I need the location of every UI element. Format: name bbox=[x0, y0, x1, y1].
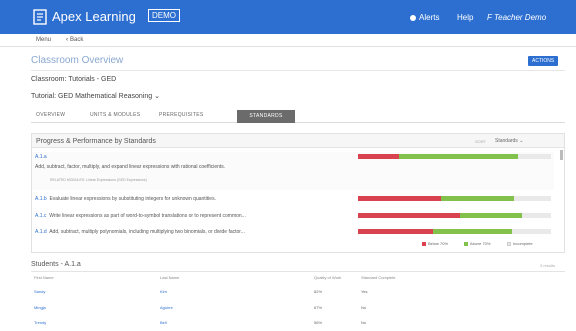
student-first-name[interactable]: Sandy bbox=[34, 289, 45, 294]
alerts-label: Alerts bbox=[419, 13, 440, 22]
students-title: Students - A.1.a bbox=[31, 261, 81, 268]
back-arrow-icon: ‹ bbox=[66, 37, 68, 43]
standard-code: A.1.a bbox=[35, 154, 47, 160]
chevron-down-icon: ⌄ bbox=[154, 93, 160, 100]
related-modules: RELATED MODULES: Linear Expressions (GED… bbox=[50, 178, 147, 182]
alert-dot-icon bbox=[410, 14, 416, 21]
standard-row[interactable]: A.1.c Write linear expressions as part o… bbox=[32, 210, 554, 224]
student-quality: 82% bbox=[314, 289, 323, 294]
below-segment bbox=[358, 196, 441, 201]
standard-row[interactable]: A.1.d Add, subtract, multiply polynomial… bbox=[32, 226, 554, 240]
sub-nav: Menu ‹ Back bbox=[0, 34, 576, 47]
standard-row[interactable]: A.1.b Evaluate linear expressions by sub… bbox=[32, 193, 554, 207]
student-last-name[interactable]: Aguirre bbox=[160, 305, 173, 310]
chevron-down-icon: ⌄ bbox=[519, 138, 524, 144]
above-segment bbox=[460, 213, 523, 218]
tutorial-selector[interactable]: Tutorial: GED Mathematical Reasoning ⌄ bbox=[31, 92, 160, 100]
progress-bar bbox=[358, 154, 551, 159]
standard-text: A.1.d Add, subtract, multiply polynomial… bbox=[35, 229, 245, 235]
divider bbox=[31, 70, 565, 71]
legend-above: Above 70% bbox=[464, 241, 490, 246]
sort-dropdown[interactable]: Standards ⌄ bbox=[495, 138, 523, 144]
student-complete: No bbox=[361, 320, 367, 325]
progress-bar bbox=[358, 229, 551, 234]
actions-button[interactable]: ACTIONS bbox=[528, 56, 559, 66]
alerts-link[interactable]: Alerts bbox=[410, 13, 439, 22]
student-first-name[interactable]: Mingja bbox=[34, 305, 46, 310]
legend-incomplete: Incomplete bbox=[507, 241, 533, 246]
top-bar: Apex Learning DEMO Alerts Help F Teacher… bbox=[0, 0, 576, 34]
standard-text: A.1.b Evaluate linear expressions by sub… bbox=[35, 196, 216, 202]
demo-badge: DEMO bbox=[148, 9, 180, 22]
standard-text: A.1.c Write linear expressions as part o… bbox=[35, 213, 246, 219]
tab-prerequisites[interactable]: PREREQUISITES bbox=[159, 112, 203, 118]
sort-label: SORT bbox=[475, 139, 487, 144]
sort-value: Standards bbox=[495, 138, 518, 144]
below-segment bbox=[358, 154, 399, 159]
scrollbar-thumb[interactable] bbox=[560, 150, 563, 160]
back-button[interactable]: ‹ Back bbox=[66, 37, 83, 43]
page-title: Classroom Overview bbox=[31, 55, 124, 66]
student-complete: No bbox=[361, 305, 367, 310]
tab-units-modules[interactable]: UNITS & MODULES bbox=[90, 112, 140, 118]
apex-logo-icon bbox=[33, 9, 47, 25]
above-segment bbox=[433, 229, 513, 234]
students-count: 3 results bbox=[540, 263, 556, 268]
divider bbox=[31, 271, 565, 272]
below-segment bbox=[358, 229, 434, 234]
column-header-standard-complete[interactable]: Standard Complete bbox=[361, 275, 395, 280]
user-menu[interactable]: F Teacher Demo bbox=[487, 13, 546, 22]
progress-bar bbox=[358, 213, 551, 218]
above-segment bbox=[440, 196, 515, 201]
brand-name[interactable]: Apex Learning bbox=[52, 9, 136, 24]
student-last-name[interactable]: Kim bbox=[160, 289, 167, 294]
student-complete: Yes bbox=[361, 289, 368, 294]
student-quality: 56% bbox=[314, 320, 323, 325]
column-header-first-name[interactable]: First Name bbox=[34, 275, 54, 280]
panel-header: Progress & Performance by Standards SORT… bbox=[32, 134, 564, 148]
menu-button[interactable]: Menu bbox=[36, 37, 51, 43]
tab-overview[interactable]: OVERVIEW bbox=[36, 112, 65, 118]
standard-description: Add, subtract, factor, multiply, and exp… bbox=[35, 164, 226, 170]
standard-row[interactable]: A.1.a Add, subtract, factor, multiply, a… bbox=[32, 152, 554, 190]
back-label: Back bbox=[70, 37, 84, 43]
tab-standards[interactable]: STANDARDS bbox=[237, 110, 295, 123]
below-segment bbox=[358, 213, 461, 218]
progress-bar bbox=[358, 196, 551, 201]
column-header-last-name[interactable]: Last Name bbox=[160, 275, 179, 280]
student-quality: 67% bbox=[314, 305, 323, 310]
student-last-name[interactable]: Bell bbox=[160, 320, 167, 325]
above-segment bbox=[398, 154, 519, 159]
legend-below: Below 70% bbox=[422, 241, 448, 246]
standards-panel: Progress & Performance by Standards SORT… bbox=[31, 133, 565, 253]
column-header-quality[interactable]: Quality of Work bbox=[314, 275, 341, 280]
help-link[interactable]: Help bbox=[457, 13, 473, 22]
tutorial-label: Tutorial: GED Mathematical Reasoning bbox=[31, 93, 153, 100]
classroom-label: Classroom: Tutorials - GED bbox=[31, 76, 117, 83]
student-first-name[interactable]: Trendy bbox=[34, 320, 46, 325]
tab-bar: OVERVIEW UNITS & MODULES PREREQUISITES S… bbox=[31, 110, 565, 123]
panel-title: Progress & Performance by Standards bbox=[36, 138, 156, 145]
